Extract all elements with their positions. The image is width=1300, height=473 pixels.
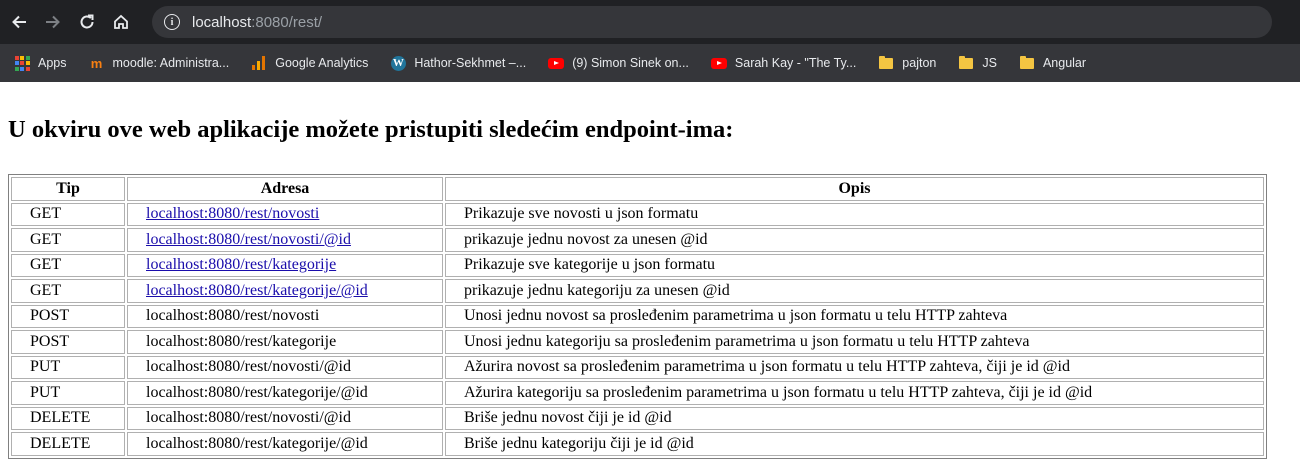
bookmark-label: moodle: Administra...	[112, 56, 230, 70]
page-content: U okviru ove web aplikacije možete prist…	[0, 82, 1300, 473]
cell-adresa: localhost:8080/rest/kategorije	[127, 330, 443, 354]
address-bar[interactable]: i localhost:8080/rest/	[152, 6, 1272, 38]
bookmark-label: Apps	[38, 56, 67, 70]
folder-icon	[958, 55, 974, 71]
url-host: localhost	[192, 13, 252, 31]
cell-tip: GET	[11, 228, 125, 252]
table-row: PUT localhost:8080/rest/novosti/@id Ažurir…	[11, 355, 1264, 379]
moodle-icon: m	[90, 55, 103, 71]
cell-adresa: localhost:8080/rest/kategorije/@id	[127, 432, 443, 456]
table-row: GET localhost:8080/rest/novosti/@id prikaz…	[11, 228, 1264, 252]
endpoint-link[interactable]: localhost:8080/rest/novosti/@id	[146, 231, 351, 248]
bookmark-simon-sinek[interactable]: (9) Simon Sinek on...	[548, 55, 689, 71]
bookmark-label: (9) Simon Sinek on...	[572, 56, 689, 70]
cell-opis: Prikazuje sve kategorije u json formatu	[445, 253, 1264, 277]
table-row: GET localhost:8080/rest/novosti Prikazuje …	[11, 202, 1264, 226]
cell-adresa: localhost:8080/rest/kategorije/@id	[127, 279, 443, 303]
bookmark-folder-js[interactable]: JS	[958, 55, 997, 71]
column-header-opis: Opis	[445, 177, 1264, 201]
cell-tip: DELETE	[11, 406, 125, 430]
cell-adresa: localhost:8080/rest/novosti	[127, 304, 443, 328]
cell-opis: Unosi jednu kategoriju sa prosleđenim pa…	[445, 330, 1264, 354]
url-path: :8080/rest/	[251, 13, 323, 31]
endpoint-link[interactable]: localhost:8080/rest/kategorije/@id	[146, 282, 368, 299]
bookmarks-bar: Apps m moodle: Administra... Google Anal…	[0, 44, 1300, 82]
column-header-adresa: Adresa	[127, 177, 443, 201]
cell-tip: POST	[11, 304, 125, 328]
cell-adresa: localhost:8080/rest/novosti/@id	[127, 228, 443, 252]
wordpress-icon: W	[390, 55, 406, 71]
cell-tip: PUT	[11, 355, 125, 379]
cell-adresa: localhost:8080/rest/kategorije	[127, 253, 443, 277]
table-header-row: Tip Adresa Opis	[11, 177, 1264, 201]
reload-icon	[80, 14, 94, 29]
forward-button[interactable]	[38, 7, 68, 37]
cell-adresa: localhost:8080/rest/novosti/@id	[127, 355, 443, 379]
bookmark-sarah-kay[interactable]: Sarah Kay - "The Ty...	[710, 55, 857, 71]
apps-grid-icon	[14, 55, 30, 71]
home-button[interactable]	[106, 7, 136, 37]
cell-tip: PUT	[11, 381, 125, 405]
cell-tip: GET	[11, 253, 125, 277]
cell-tip: GET	[11, 202, 125, 226]
cell-opis: Briše jednu kategoriju čiji je id @id	[445, 432, 1264, 456]
cell-opis: Prikazuje sve novosti u json formatu	[445, 202, 1264, 226]
cell-opis: Ažurira novost sa prosleđenim parametrim…	[445, 355, 1264, 379]
cell-opis: Briše jednu novost čiji je id @id	[445, 406, 1264, 430]
bookmark-label: JS	[982, 56, 997, 70]
cell-opis: prikazuje jednu kategoriju za unesen @id	[445, 279, 1264, 303]
endpoints-table: Tip Adresa Opis GET localhost:8080/rest/n…	[8, 174, 1267, 459]
youtube-icon	[710, 55, 727, 71]
table-row: DELETE localhost:8080/rest/novosti/@id Bri…	[11, 406, 1264, 430]
column-header-tip: Tip	[11, 177, 125, 201]
arrow-left-icon	[12, 15, 26, 29]
bookmark-folder-angular[interactable]: Angular	[1019, 55, 1086, 71]
arrow-right-icon	[46, 15, 60, 29]
analytics-icon	[251, 55, 267, 71]
bookmark-label: Angular	[1042, 56, 1087, 70]
info-icon[interactable]: i	[164, 14, 180, 30]
home-icon	[114, 14, 128, 29]
bookmark-label: pajton	[902, 56, 937, 70]
page-title: U okviru ove web aplikacije možete prist…	[8, 116, 734, 143]
bookmark-hathor-sekhmet[interactable]: W Hathor-Sekhmet –...	[390, 55, 526, 71]
endpoint-link[interactable]: localhost:8080/rest/kategorije	[146, 256, 336, 273]
bookmark-moodle[interactable]: m moodle: Administra...	[89, 55, 230, 71]
cell-adresa: localhost:8080/rest/novosti	[127, 202, 443, 226]
reload-button[interactable]	[72, 7, 102, 37]
bookmark-label: Google Analytics	[275, 56, 369, 70]
youtube-icon	[548, 55, 565, 71]
cell-tip: GET	[11, 279, 125, 303]
bookmark-apps[interactable]: Apps	[14, 55, 67, 71]
cell-opis: Unosi jednu novost sa prosleđenim parame…	[445, 304, 1264, 328]
table-row: POST localhost:8080/rest/novosti Unosi jed…	[11, 304, 1264, 328]
cell-tip: POST	[11, 330, 125, 354]
back-button[interactable]	[4, 7, 34, 37]
cell-opis: prikazuje jednu novost za unesen @id	[445, 228, 1264, 252]
bookmark-google-analytics[interactable]: Google Analytics	[251, 55, 368, 71]
bookmark-label: Hathor-Sekhmet –...	[414, 56, 527, 70]
cell-tip: DELETE	[11, 432, 125, 456]
table-row: DELETE localhost:8080/rest/kategorije/@id…	[11, 432, 1264, 456]
table-row: GET localhost:8080/rest/kategorije/@id pri…	[11, 279, 1264, 303]
folder-icon	[878, 55, 894, 71]
table-row: PUT localhost:8080/rest/kategorije/@id Ažu…	[11, 381, 1264, 405]
folder-icon	[1019, 55, 1035, 71]
bookmark-label: Sarah Kay - "The Ty...	[734, 56, 857, 70]
browser-toolbar: i localhost:8080/rest/	[0, 0, 1300, 44]
cell-adresa: localhost:8080/rest/novosti/@id	[127, 406, 443, 430]
table-row: GET localhost:8080/rest/kategorije Prikazu…	[11, 253, 1264, 277]
cell-adresa: localhost:8080/rest/kategorije/@id	[127, 381, 443, 405]
cell-opis: Ažurira kategoriju sa prosleđenim parame…	[445, 381, 1264, 405]
table-row: POST localhost:8080/rest/kategorije Unosi …	[11, 330, 1264, 354]
endpoint-link[interactable]: localhost:8080/rest/novosti	[146, 205, 319, 222]
bookmark-folder-pajton[interactable]: pajton	[878, 55, 936, 71]
